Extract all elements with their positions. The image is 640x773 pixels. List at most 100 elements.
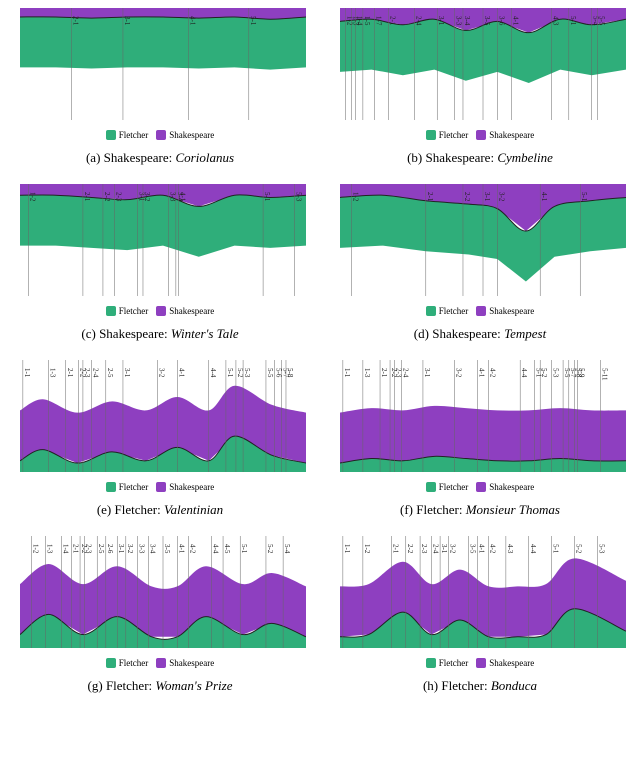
- scene-label: 3-4: [149, 544, 157, 554]
- legend-item-fletcher: Fletcher: [426, 658, 469, 668]
- scene-label: 2-6: [106, 544, 114, 554]
- caption-author: Shakespeare:: [99, 326, 168, 341]
- scene-label: 2-2: [103, 192, 111, 202]
- legend: Fletcher Shakespeare: [330, 306, 630, 318]
- legend-label-shakespeare: Shakespeare: [489, 306, 534, 316]
- caption-author: Shakespeare:: [432, 326, 501, 341]
- scene-label: 1-1: [343, 368, 351, 378]
- scene-label: 2-5: [106, 368, 114, 378]
- scene-label: 2-1: [71, 16, 79, 26]
- scene-label: 3-3: [137, 544, 145, 554]
- legend-label-fletcher: Fletcher: [119, 482, 149, 492]
- legend-item-shakespeare: Shakespeare: [476, 306, 534, 316]
- caption-tag: (g): [88, 678, 103, 693]
- chart: 1-11-22-12-22-32-43-13-23-54-14-24-34-45…: [330, 532, 630, 672]
- scene-label: 5-3: [295, 192, 303, 202]
- scene-label: 3-1: [117, 544, 125, 554]
- scene-label: 1-3: [363, 368, 371, 378]
- scene-label: 3-1: [437, 16, 445, 26]
- caption: (a) Shakespeare: Coriolanus: [86, 150, 234, 166]
- legend: Fletcher Shakespeare: [10, 658, 310, 670]
- figure-cell: 1-22-12-23-13-24-15-1FletcherShakespeare…: [324, 180, 636, 352]
- scene-label: 2-2: [463, 192, 471, 202]
- scene-label: 2-1: [389, 16, 397, 26]
- scene-label: 4-1: [540, 192, 548, 202]
- scene-label: 4-1: [512, 16, 520, 26]
- caption-tag: (e): [97, 502, 111, 517]
- chart-plot: 1-11-22-12-22-32-43-13-23-54-14-24-34-45…: [340, 536, 626, 648]
- caption: (e) Fletcher: Valentinian: [97, 502, 223, 518]
- caption: (d) Shakespeare: Tempest: [414, 326, 546, 342]
- legend-swatch-fletcher: [106, 130, 116, 140]
- caption-tag: (c): [81, 326, 95, 341]
- scene-label: 3-5: [163, 544, 171, 554]
- legend-item-shakespeare: Shakespeare: [156, 658, 214, 668]
- scene-label: 1-3: [46, 544, 54, 554]
- scene-label: 1-2: [31, 544, 39, 554]
- legend-swatch-fletcher: [106, 306, 116, 316]
- scene-label: 2-4: [432, 544, 440, 554]
- scene-label: 4-1: [179, 192, 187, 202]
- caption-play: Woman's Prize: [155, 678, 232, 693]
- figure-cell: 2-13-14-15-1 FletcherShakespeare (a) Shake…: [4, 4, 316, 176]
- scene-label: 3-1: [483, 192, 491, 202]
- legend-swatch-shakespeare: [476, 482, 486, 492]
- legend-item-fletcher: Fletcher: [426, 482, 469, 492]
- scene-label: 4-3: [552, 16, 560, 26]
- legend-swatch-fletcher: [426, 306, 436, 316]
- scene-label: 5-4: [283, 544, 291, 554]
- legend: FletcherShakespeare: [10, 482, 310, 494]
- scene-label: 4-4: [209, 368, 217, 378]
- chart: 1-11-32-12-22-32-43-13-24-14-24-45-15-25…: [330, 356, 630, 496]
- scene-label: 4-2: [489, 544, 497, 554]
- scene-label: 3-2: [454, 368, 462, 378]
- chart-plot: 2-13-14-15-1: [20, 8, 306, 120]
- caption-tag: (h): [423, 678, 438, 693]
- caption-play: Tempest: [504, 326, 546, 341]
- scene-label: 3-1: [423, 368, 431, 378]
- scene-label: 5-1: [580, 192, 588, 202]
- legend: FletcherShakespeare: [10, 130, 310, 142]
- figure-grid: 2-13-14-15-1FletcherShakespeare(a) Shake…: [0, 0, 640, 708]
- scene-label: 1-4: [61, 544, 69, 554]
- caption-tag: (f): [400, 502, 413, 517]
- legend-item-fletcher: Fletcher: [426, 306, 469, 316]
- scene-label: 2-3: [83, 368, 91, 378]
- scene-label: 1-1: [23, 368, 31, 378]
- legend-item-shakespeare: Shakespeare: [476, 482, 534, 492]
- figure-cell: 1-21-31-41-51-72-12-43-13-33-43-53-64-14…: [324, 4, 636, 176]
- scene-label: 4-2: [489, 368, 497, 378]
- scene-label: 5-1: [569, 16, 577, 26]
- legend-swatch-shakespeare: [156, 658, 166, 668]
- scene-label: 2-1: [66, 368, 74, 378]
- figure-cell: 1-11-32-12-22-32-43-13-24-14-24-45-15-25…: [324, 356, 636, 528]
- caption: (f) Fletcher: Monsieur Thomas: [400, 502, 560, 518]
- legend-label-shakespeare: Shakespeare: [169, 130, 214, 140]
- legend-item-fletcher: Fletcher: [106, 658, 149, 668]
- scene-label: 4-1: [477, 544, 485, 554]
- chart-plot: 1-11-32-12-22-32-42-53-13-24-14-45-15-25…: [20, 360, 306, 472]
- scene-label: 4-1: [189, 16, 197, 26]
- legend-label-shakespeare: Shakespeare: [169, 658, 214, 668]
- legend-swatch-shakespeare: [476, 130, 486, 140]
- legend-swatch-fletcher: [106, 482, 116, 492]
- legend-label-shakespeare: Shakespeare: [489, 482, 534, 492]
- legend-swatch-shakespeare: [156, 306, 166, 316]
- caption-play: Bonduca: [491, 678, 537, 693]
- figure-cell: 1-21-31-42-12-22-32-52-63-13-23-33-43-54…: [4, 532, 316, 704]
- scene-label: 4-1: [177, 368, 185, 378]
- scene-label: 2-1: [426, 192, 434, 202]
- scene-label: 5-1: [240, 544, 248, 554]
- legend-item-fletcher: Fletcher: [426, 130, 469, 140]
- chart: 2-13-14-15-1 FletcherShakespeare: [10, 4, 310, 144]
- scene-label: 3-3: [169, 192, 177, 202]
- scene-label: 3-3: [454, 16, 462, 26]
- legend-item-fletcher: Fletcher: [106, 306, 149, 316]
- scene-label: 4-1: [477, 368, 485, 378]
- scene-label: 5-2: [236, 368, 244, 378]
- scene-label: 2-2: [406, 544, 414, 554]
- legend-label-fletcher: Fletcher: [439, 130, 469, 140]
- legend-swatch-fletcher: [426, 482, 436, 492]
- scene-label: 1-2: [363, 544, 371, 554]
- scene-label: 1-1: [343, 544, 351, 554]
